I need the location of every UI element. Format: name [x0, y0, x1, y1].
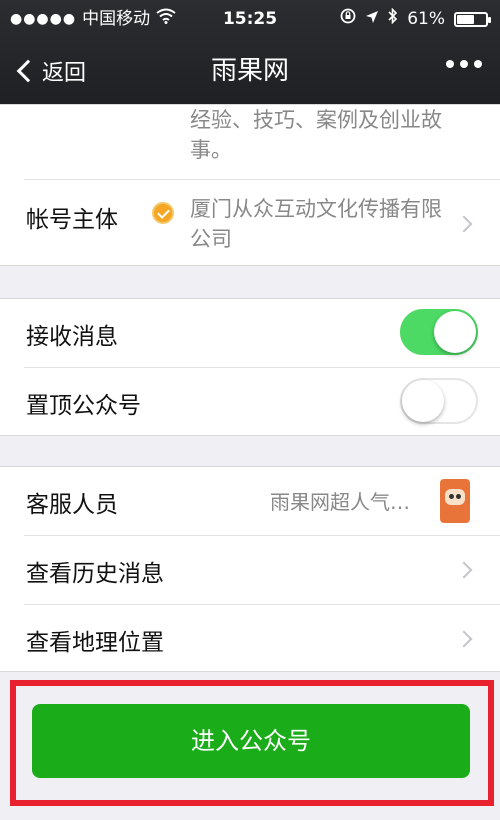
customer-service-label: 客服人员	[26, 492, 118, 518]
chevron-right-icon	[455, 561, 473, 579]
location-row[interactable]: 查看地理位置	[0, 605, 500, 673]
pin-account-toggle[interactable]	[400, 378, 478, 424]
customer-service-value: 雨果网超人气…	[270, 490, 410, 514]
service-agent-avatar	[440, 479, 470, 523]
enter-account-button[interactable]: 进入公众号	[32, 704, 470, 778]
toggle-knob	[402, 380, 444, 422]
more-options-button[interactable]	[446, 60, 482, 68]
battery-percent: 61%	[407, 9, 445, 29]
status-bar: ●●●●● 中国移动 15:25 61%	[0, 0, 500, 38]
account-owner-row[interactable]: 帐号主体 厦门从众互动文化传播有限公司	[0, 180, 500, 266]
rotation-lock-icon	[340, 0, 356, 38]
location-arrow-icon	[365, 0, 379, 38]
more-dot-icon	[460, 60, 468, 68]
toggle-knob	[434, 311, 476, 353]
history-messages-row[interactable]: 查看历史消息	[0, 536, 500, 604]
intro-text: 经验、技巧、案例及创业故事。	[190, 108, 442, 162]
pin-account-label: 置顶公众号	[26, 393, 141, 419]
pin-account-row: 置顶公众号	[0, 368, 500, 436]
account-owner-value: 厦门从众互动文化传播有限公司	[190, 197, 442, 251]
settings-group: 接收消息 置顶公众号	[0, 298, 500, 436]
top-bar: ●●●●● 中国移动 15:25 61% 返回 雨果网	[0, 0, 500, 104]
history-messages-label: 查看历史消息	[26, 561, 164, 587]
receive-messages-row: 接收消息	[0, 299, 500, 367]
page-title: 雨果网	[210, 56, 289, 86]
menu-group: 客服人员 雨果网超人气… 查看历史消息 查看地理位置	[0, 466, 500, 672]
navigation-bar: 返回 雨果网	[0, 38, 500, 104]
more-dot-icon	[446, 60, 454, 68]
bluetooth-icon	[388, 0, 398, 38]
customer-service-row[interactable]: 客服人员 雨果网超人气…	[0, 467, 500, 535]
chevron-right-icon	[455, 630, 473, 648]
account-owner-label: 帐号主体	[26, 207, 118, 233]
battery-icon	[454, 11, 491, 27]
account-info-group: 经验、技巧、案例及创业故事。 帐号主体 厦门从众互动文化传播有限公司	[0, 104, 500, 266]
location-label: 查看地理位置	[26, 630, 164, 656]
receive-messages-toggle[interactable]	[400, 309, 478, 355]
more-dot-icon	[474, 60, 482, 68]
verified-badge-icon	[152, 202, 174, 224]
receive-messages-label: 接收消息	[26, 324, 118, 350]
